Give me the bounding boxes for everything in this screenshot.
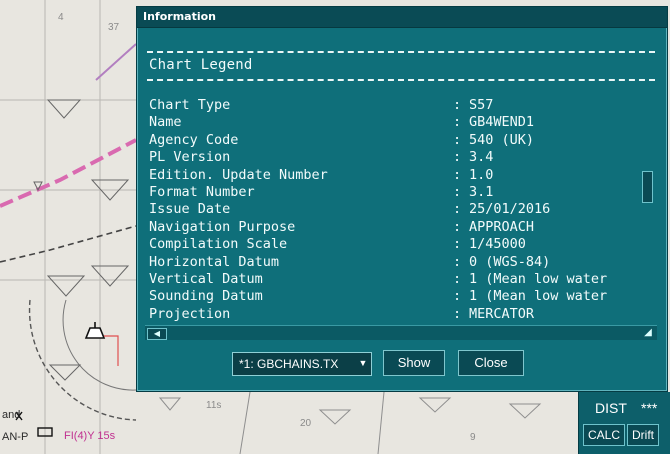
legend-row: Projection: MERCATOR <box>149 306 649 323</box>
legend-row-colon: : <box>453 288 462 305</box>
dashed-divider <box>147 51 655 53</box>
legend-row: Issue Date:25/01/2016 <box>149 201 649 218</box>
legend-row-value: S57 <box>469 97 494 113</box>
legend-row-label: Sounding Datum <box>149 288 263 305</box>
file-select-value: *1: GBCHAINS.TX <box>239 357 339 371</box>
legend-row-label: Chart Type <box>149 97 231 113</box>
legend-row-label: Issue Date <box>149 201 231 218</box>
legend-row-colon: : <box>453 218 462 235</box>
chart-land-label: and <box>2 409 21 421</box>
legend-row: Sounding Datum:1 (Mean low water <box>149 288 649 305</box>
legend-row: Horizontal Datum:0 (WGS-84) <box>149 254 649 271</box>
svg-text:37: 37 <box>108 22 120 33</box>
legend-row-value: MERCATOR <box>469 305 535 322</box>
legend-row-label: Edition. Update Number <box>149 166 328 183</box>
vertical-scrollbar-thumb[interactable] <box>642 171 653 203</box>
legend-row-colon: : <box>453 271 462 287</box>
distance-panel: DIST *** CALC Drift <box>578 392 670 454</box>
legend-row-label: Navigation Purpose <box>149 218 296 235</box>
legend-row-colon: : <box>453 166 462 183</box>
legend-row: Navigation Purpose: APPROACH <box>149 219 649 236</box>
legend-row: Compilation Scale:1/45000 <box>149 236 649 253</box>
legend-row-colon: : <box>453 114 462 131</box>
legend-row-value: 25/01/2016 <box>469 201 551 218</box>
scroll-left-icon[interactable]: ◀ <box>147 328 167 340</box>
legend-row: Chart Type: S57 <box>149 97 649 114</box>
legend-row-label: Compilation Scale <box>149 236 288 253</box>
window-title: Information <box>143 10 216 23</box>
legend-row-colon: : <box>453 253 462 270</box>
legend-row-label: PL Version <box>149 149 231 166</box>
legend-heading: Chart Legend <box>149 57 253 73</box>
legend-row-label: Vertical Datum <box>149 271 263 287</box>
legend-row-value: 540 (UK) <box>469 131 535 148</box>
legend-row-colon: : <box>453 184 462 200</box>
horizontal-scrollbar[interactable]: ◀ ◢ <box>145 325 657 340</box>
legend-row-colon: : <box>453 236 462 253</box>
legend-row-label: Agency Code <box>149 131 239 148</box>
legend-row: Edition. Update Number:1.0 <box>149 167 649 184</box>
dashed-divider <box>147 79 655 81</box>
svg-text:9: 9 <box>470 432 476 443</box>
chart-light-characteristic: FI(4)Y 15s <box>64 430 116 442</box>
legend-text-area[interactable]: Chart Legend Chart Type: S57 Name: GB4WEND1… <box>145 31 657 339</box>
show-button[interactable]: Show <box>383 350 445 376</box>
chart-file-select[interactable]: *1: GBCHAINS.TX ▼ <box>232 352 372 376</box>
legend-row-colon: : <box>453 131 462 148</box>
chevron-down-icon[interactable]: ▼ <box>357 356 369 370</box>
drift-button[interactable]: Drift <box>627 424 659 446</box>
legend-row-value: 1.0 <box>469 166 494 183</box>
legend-row-label: Projection <box>149 305 231 322</box>
svg-text:20: 20 <box>300 418 312 429</box>
legend-row: Format Number:3.1 <box>149 184 649 201</box>
calc-button[interactable]: CALC <box>583 424 626 446</box>
legend-row-value: 3.4 <box>469 149 494 166</box>
resize-grip-icon[interactable]: ◢ <box>641 326 655 340</box>
legend-row-value: 1 (Mean low water <box>469 288 608 305</box>
legend-row-colon: : <box>453 201 462 218</box>
legend-row-value: 0 (WGS-84) <box>469 253 551 270</box>
legend-row-value: 1 (Mean low water <box>469 271 608 287</box>
legend-row-colon: : <box>453 149 462 166</box>
legend-row: Name: GB4WEND1 <box>149 114 649 131</box>
svg-text:11s: 11s <box>206 400 221 411</box>
chart-an-label: AN-P <box>2 431 29 443</box>
window-titlebar[interactable]: Information <box>137 7 667 28</box>
legend-row: Vertical Datum:1 (Mean low water <box>149 271 649 288</box>
dist-value: *** <box>641 400 658 416</box>
legend-row-label: Name <box>149 114 182 131</box>
legend-row-value: APPROACH <box>469 218 535 235</box>
close-button[interactable]: Close <box>458 350 524 376</box>
legend-row-label: Format Number <box>149 184 255 200</box>
svg-text:4: 4 <box>58 12 64 23</box>
legend-row-colon: : <box>453 97 462 113</box>
legend-row: PL Version:3.4 <box>149 149 649 166</box>
legend-row-colon: : <box>453 305 462 322</box>
legend-row-value: 3.1 <box>469 184 494 200</box>
legend-row-value: GB4WEND1 <box>469 114 535 131</box>
information-window: Information Chart Legend Chart Type: S57 N… <box>136 6 668 392</box>
legend-row-label: Horizontal Datum <box>149 253 280 270</box>
legend-row: Agency Code:540 (UK) <box>149 132 649 149</box>
dist-label: DIST <box>595 400 627 416</box>
legend-row-value: 1/45000 <box>469 236 526 253</box>
